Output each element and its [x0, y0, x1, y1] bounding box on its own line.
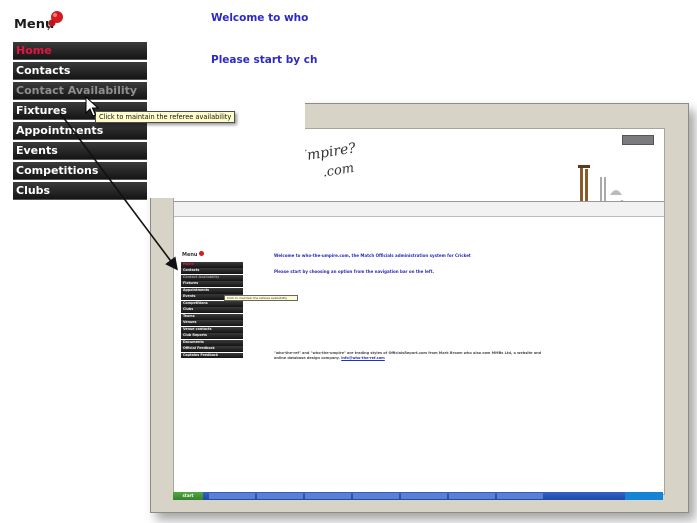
screenshot-menu-item: Official Feedback	[181, 346, 243, 352]
screenshot-footer-link: info@who-the-ref.com	[341, 356, 385, 360]
menu-item-contacts[interactable]: Contacts	[13, 62, 147, 80]
mouse-cursor-icon	[85, 96, 99, 117]
taskbar-item	[257, 493, 303, 499]
taskbar-item	[305, 493, 351, 499]
screenshot-menu-item: Documents	[181, 339, 243, 346]
screenshot-menu-item: Clubs	[181, 307, 243, 314]
taskbar-item	[401, 493, 447, 499]
welcome-heading: Welcome to who	[211, 12, 309, 24]
start-button: start	[173, 492, 203, 500]
screenshot-menu-item: Fixtures	[181, 281, 243, 288]
screenshot-menu-item: Home	[181, 262, 243, 268]
menu-item-clubs[interactable]: Clubs	[13, 182, 147, 200]
windows-taskbar: start	[173, 492, 663, 500]
screenshot-menu-item: Club Reports	[181, 333, 243, 340]
menu-item-appointments[interactable]: Appointments	[13, 122, 147, 140]
screenshot-menu-item: Teams	[181, 313, 243, 320]
screenshot-menu-item: Competitions	[181, 300, 243, 307]
screenshot-menu-item: Contacts	[181, 268, 243, 275]
pin-icon	[198, 251, 204, 256]
screenshot-please-text: Please start by choosing an option from …	[274, 269, 435, 274]
screenshot-menu-item: Venues	[181, 320, 243, 327]
screenshot-welcome-text: Welcome to who-the-umpire.com, the Match…	[274, 253, 471, 258]
menu-item-contact-availability[interactable]: Contact Availability	[13, 82, 147, 100]
screenshot-login-button	[622, 135, 654, 145]
screenshot-footer-text: "who-the-ref" and "who-the-umpire" are t…	[274, 351, 542, 360]
instruction-text: Please start by ch	[211, 54, 318, 66]
screenshot-menu-title-text: Menu	[182, 252, 198, 258]
screenshot-footer: "who-the-ref" and "who-the-umpire" are t…	[274, 351, 544, 361]
screenshot-menu-item: Venue contacts	[181, 326, 243, 333]
taskbar-item	[497, 493, 543, 499]
taskbar-item	[209, 493, 255, 499]
menu-item-home[interactable]: Home	[13, 42, 147, 60]
pushpin-icon	[47, 11, 63, 31]
taskbar-item	[449, 493, 495, 499]
screenshot-menu-item: Appointments	[181, 287, 243, 294]
availability-tooltip: Click to maintain the referee availabili…	[95, 111, 236, 123]
screenshot-top-nav	[174, 201, 664, 217]
screenshot-menu-title: Menu	[182, 251, 204, 258]
taskbar-item	[353, 493, 399, 499]
cricket-stumps-icon	[566, 165, 626, 206]
screenshot-tooltip: Click to maintain the referee availabili…	[224, 295, 298, 301]
screenshot-menu-item: Captains Feedback	[181, 352, 243, 359]
system-tray	[625, 492, 663, 500]
screenshot-menu-item: Contact Availability	[181, 274, 243, 281]
menu-item-events[interactable]: Events	[13, 142, 147, 160]
zoomed-menu-panel: Menu Home Contacts Contact Availability …	[0, 0, 317, 200]
menu-item-competitions[interactable]: Competitions	[13, 162, 147, 180]
screenshot-menu: Home Contacts Contact Availability Fixtu…	[181, 262, 243, 359]
